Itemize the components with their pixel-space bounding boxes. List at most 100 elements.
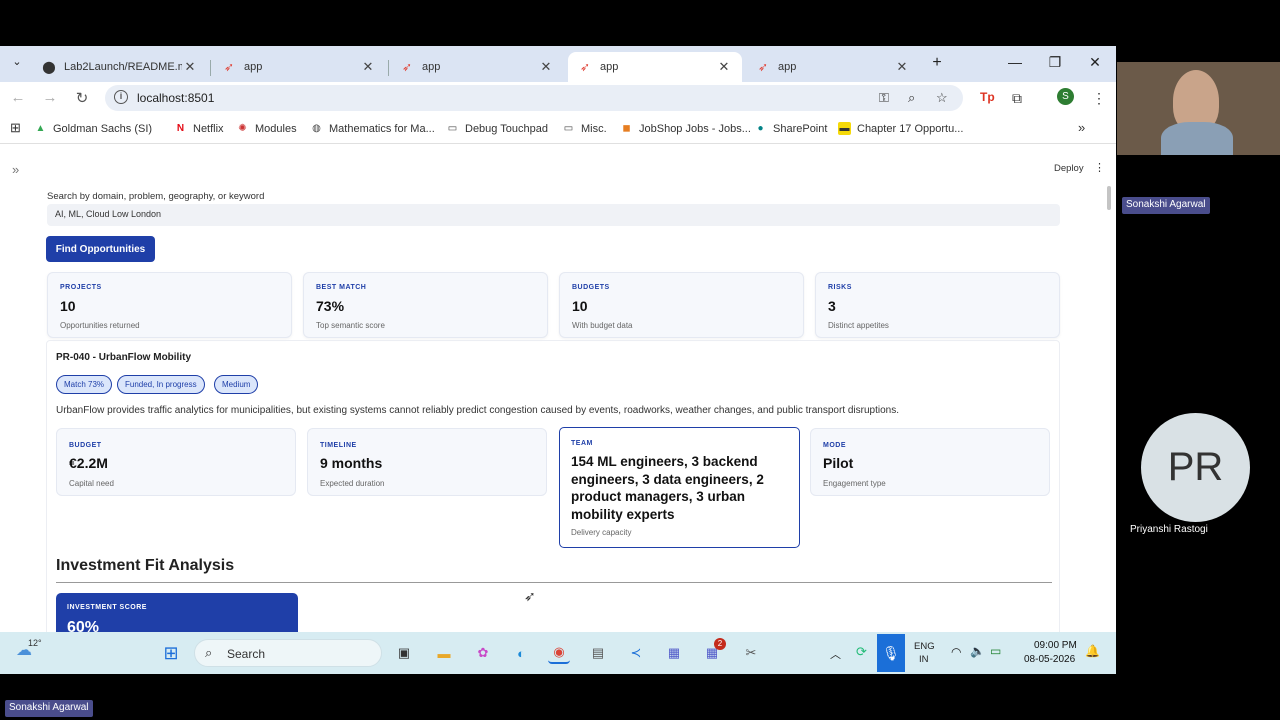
bookmark-jobshop[interactable]: ◼ JobShop Jobs - Jobs...: [620, 122, 751, 135]
tab-bar: ⌄ ⬤ Lab2Launch/README.md ✕ ➶ app ✕ ➶ app…: [0, 46, 1116, 82]
note-icon: ▬: [838, 122, 851, 135]
language-indicator[interactable]: ENG: [914, 641, 935, 652]
close-icon[interactable]: ✕: [894, 59, 910, 75]
tab-app-2[interactable]: ➶ app ✕: [390, 52, 564, 82]
streamlit-icon: ➶: [579, 60, 591, 74]
bookmark-modules[interactable]: ✺ Modules: [236, 122, 296, 135]
minimize-icon[interactable]: —: [1000, 54, 1030, 70]
folder-icon: ▭: [447, 123, 458, 134]
bookmark-chapter17[interactable]: ▬ Chapter 17 Opportu...: [838, 122, 963, 135]
address-bar[interactable]: i localhost:8501 ⚿ ⌕ ☆: [105, 85, 963, 111]
microphone-icon[interactable]: 🎙: [877, 634, 905, 672]
url-text[interactable]: localhost:8501: [137, 91, 214, 105]
app-menu-icon[interactable]: ⋮: [1094, 161, 1105, 174]
metric-value: 10: [572, 298, 588, 314]
metric-value: 73%: [316, 298, 345, 314]
metric-caption: Opportunities returned: [60, 321, 140, 330]
deploy-button[interactable]: Deploy: [1054, 163, 1084, 174]
new-tab-icon[interactable]: +: [922, 54, 952, 72]
expand-sidebar-icon[interactable]: »: [12, 162, 19, 177]
metric-caption: With budget data: [572, 321, 633, 330]
bookmark-netflix[interactable]: N Netflix: [174, 122, 224, 135]
forward-icon[interactable]: →: [40, 89, 60, 106]
restore-icon[interactable]: ❐: [1040, 54, 1070, 71]
project-detail-card: PR-040 - UrbanFlow Mobility Match 73% Fu…: [46, 340, 1060, 632]
close-icon[interactable]: ✕: [716, 59, 732, 75]
copilot-icon[interactable]: ✿: [472, 642, 494, 664]
sync-icon[interactable]: ⟳: [856, 644, 867, 660]
tab-app-active[interactable]: ➶ app ✕: [568, 52, 742, 82]
search-input[interactable]: AI, ML, Cloud Low London: [47, 204, 1060, 226]
notification-bell-icon[interactable]: 🔔: [1085, 644, 1100, 658]
tab-readme[interactable]: ⬤ Lab2Launch/README.md ✕: [32, 52, 208, 82]
close-icon[interactable]: ✕: [182, 59, 198, 75]
presenter-name-badge: Sonakshi Agarwal: [5, 700, 93, 717]
profile-avatar[interactable]: S: [1057, 88, 1074, 105]
task-view-icon[interactable]: ▣: [393, 642, 415, 664]
window-close-icon[interactable]: ✕: [1080, 54, 1110, 71]
tab-app-4[interactable]: ➶ app ✕: [746, 52, 920, 82]
card-caption: Capital need: [69, 479, 114, 488]
start-icon[interactable]: ⊞: [160, 642, 182, 664]
modules-icon: ✺: [238, 123, 247, 134]
tab-title: app: [778, 61, 797, 73]
close-icon[interactable]: ✕: [538, 59, 554, 75]
taskbar: ☁ 12° ⊞ ⌕ Search ▣ ▬ ✿ ◐ ◉ ▤ ≺ ▦ ▦ 2 ✂ ︿…: [0, 632, 1116, 674]
person-body: [1161, 122, 1233, 155]
bookmark-misc[interactable]: ▭ Misc.: [562, 122, 607, 135]
more-bookmarks-icon[interactable]: »: [1078, 120, 1085, 135]
sharepoint-icon: ●: [757, 123, 764, 134]
bookmark-goldman[interactable]: ▲ Goldman Sachs (SI): [34, 122, 153, 135]
card-value: Pilot: [823, 455, 854, 471]
investment-score-card: INVESTMENT SCORE 60%: [56, 593, 298, 632]
chrome-icon[interactable]: ◉: [548, 642, 570, 664]
chevron-up-icon[interactable]: ︿: [830, 646, 841, 662]
volume-icon[interactable]: 🔈: [970, 644, 985, 658]
find-opportunities-button[interactable]: Find Opportunities: [46, 236, 155, 262]
teams-icon[interactable]: ▦: [663, 642, 685, 664]
tab-app-1[interactable]: ➶ app ✕: [212, 52, 386, 82]
participant-name: Priyanshi Rastogi: [1130, 524, 1208, 535]
edge-icon[interactable]: ◐: [510, 642, 532, 664]
streamlit-page: » Deploy ⋮ Search by domain, problem, ge…: [0, 144, 1116, 632]
metric-caption: Top semantic score: [316, 321, 385, 330]
wifi-icon[interactable]: ◠: [951, 645, 961, 659]
zoom-icon[interactable]: ⌕: [908, 90, 915, 106]
star-icon[interactable]: ☆: [936, 90, 948, 106]
weather-temp[interactable]: 12°: [28, 638, 42, 648]
tab-search-icon[interactable]: ⌄: [2, 55, 32, 68]
folder-icon: ▭: [563, 123, 574, 134]
menu-icon[interactable]: ⋮: [1092, 90, 1106, 107]
taskbar-search[interactable]: ⌕ Search: [194, 639, 382, 667]
bookmark-mathematics[interactable]: ◍ Mathematics for Ma...: [310, 122, 435, 135]
reload-icon[interactable]: ↻: [72, 89, 92, 107]
budget-card: BUDGET €2.2M Capital need: [56, 428, 296, 496]
scrollbar[interactable]: [1107, 186, 1111, 210]
self-video-tile: [1117, 62, 1280, 155]
clock-date[interactable]: 08-05-2026: [1024, 654, 1075, 665]
apps-grid-icon[interactable]: ⊞: [10, 120, 21, 136]
metric-risks: RISKS 3 Distinct appetites: [815, 272, 1060, 338]
vscode-icon[interactable]: ≺: [625, 642, 647, 664]
password-key-icon[interactable]: ⚿: [879, 90, 889, 106]
bookmark-debug-touchpad[interactable]: ▭ Debug Touchpad: [446, 122, 548, 135]
participant-avatar: PR: [1141, 413, 1250, 522]
battery-icon[interactable]: ▭: [990, 644, 1001, 658]
clock-time[interactable]: 09:00 PM: [1034, 640, 1077, 651]
back-icon[interactable]: ←: [8, 89, 28, 106]
site-info-icon[interactable]: i: [114, 90, 128, 104]
notification-badge: 2: [714, 638, 726, 650]
file-explorer-icon[interactable]: ▬: [433, 642, 455, 664]
bookmarks-bar: ⊞ ▲ Goldman Sachs (SI) N Netflix ✺ Modules …: [0, 114, 1116, 144]
globe-icon: ◍: [312, 123, 321, 134]
bookmark-sharepoint[interactable]: ● SharePoint: [754, 122, 827, 135]
close-icon[interactable]: ✕: [360, 59, 376, 75]
mouse-cursor-icon: ➶: [524, 588, 536, 604]
extensions-icon[interactable]: ⧉: [1012, 90, 1022, 107]
snipping-icon[interactable]: ✂: [740, 642, 762, 664]
extension-tp-icon[interactable]: Tp: [980, 90, 995, 104]
app-icon[interactable]: ▤: [587, 642, 609, 664]
streamlit-icon: ➶: [757, 60, 769, 74]
language-region[interactable]: IN: [919, 654, 929, 665]
card-value: 9 months: [320, 455, 383, 471]
